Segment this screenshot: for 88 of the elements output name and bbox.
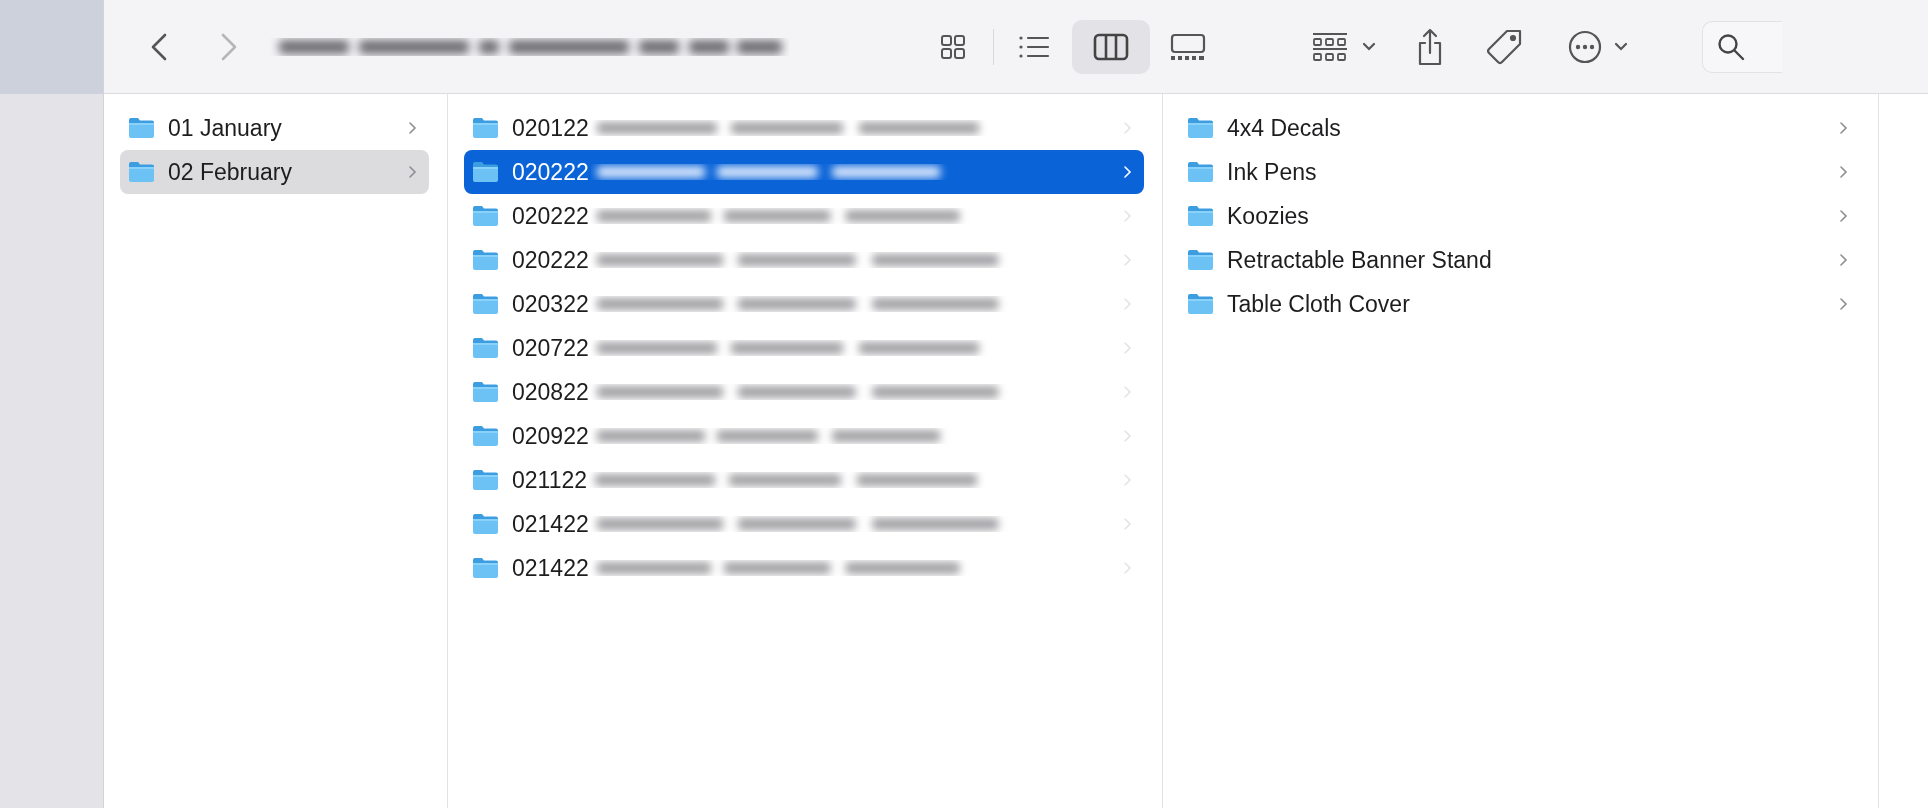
- folder-name: 020922: [512, 422, 589, 450]
- chevron-right-icon: [1123, 209, 1132, 223]
- folder-row[interactable]: 4x4 Decals: [1179, 106, 1860, 150]
- chevron-right-icon: [1123, 517, 1132, 531]
- back-icon[interactable]: [149, 31, 169, 62]
- columns-icon: [1093, 32, 1129, 61]
- chevron-right-icon: [408, 165, 417, 179]
- folder-icon: [472, 337, 499, 359]
- share-icon[interactable]: [1416, 27, 1444, 66]
- folder-row[interactable]: 020922: [464, 414, 1144, 458]
- gallery-icon: [1170, 32, 1206, 61]
- more-icon: [1568, 29, 1602, 64]
- folder-name: Ink Pens: [1227, 158, 1317, 186]
- folder-name: 4x4 Decals: [1227, 114, 1341, 142]
- folder-row[interactable]: 020122: [464, 106, 1144, 150]
- folder-row[interactable]: 01 January: [120, 106, 429, 150]
- tag-icon[interactable]: [1486, 27, 1524, 66]
- folder-icon: [1187, 293, 1214, 315]
- chevron-right-icon: [408, 121, 417, 135]
- folder-name: Koozies: [1227, 202, 1309, 230]
- folder-icon: [1187, 117, 1214, 139]
- search-field[interactable]: [1702, 20, 1782, 73]
- chevron-right-icon: [1123, 253, 1132, 267]
- folder-icon: [128, 161, 155, 183]
- group-icon: [1312, 31, 1348, 62]
- chevron-down-icon: [1614, 42, 1628, 51]
- folder-icon: [472, 513, 499, 535]
- folder-row[interactable]: Retractable Banner Stand: [1179, 238, 1860, 282]
- folder-icon: [472, 205, 499, 227]
- folder-name: 020222: [512, 202, 589, 230]
- folder-name: Retractable Banner Stand: [1227, 246, 1492, 274]
- folder-row[interactable]: 021422: [464, 502, 1144, 546]
- group-button[interactable]: [1312, 31, 1376, 62]
- folder-name: 020322: [512, 290, 589, 318]
- folder-row[interactable]: Koozies: [1179, 194, 1860, 238]
- folder-icon: [472, 249, 499, 271]
- folder-icon: [472, 469, 499, 491]
- chevron-right-icon: [1123, 121, 1132, 135]
- folder-row[interactable]: 020822: [464, 370, 1144, 414]
- folder-row[interactable]: 020222: [464, 150, 1144, 194]
- search-icon: [1717, 32, 1745, 61]
- chevron-right-icon: [1123, 429, 1132, 443]
- view-button[interactable]: [1072, 19, 1150, 74]
- folder-row[interactable]: Table Cloth Cover: [1179, 282, 1860, 326]
- chevron-right-icon: [1839, 209, 1848, 223]
- folder-name: 021422: [512, 554, 589, 582]
- more-button[interactable]: [1568, 29, 1628, 64]
- folder-icon: [128, 117, 155, 139]
- folder-name: 020822: [512, 378, 589, 406]
- chevron-right-icon: [1123, 561, 1132, 575]
- folder-row[interactable]: 021122: [464, 458, 1144, 502]
- folder-name: 020222: [512, 158, 589, 186]
- chevron-right-icon: [1839, 121, 1848, 135]
- folder-icon: [1187, 161, 1214, 183]
- folder-icon: [472, 557, 499, 579]
- chevron-down-icon: [1362, 42, 1376, 51]
- folder-name: Table Cloth Cover: [1227, 290, 1410, 318]
- folder-row[interactable]: 020222: [464, 238, 1144, 282]
- folder-icon: [1187, 249, 1214, 271]
- chevron-right-icon: [1123, 341, 1132, 355]
- folder-name: 021422: [512, 510, 589, 538]
- folder-name: 020122: [512, 114, 589, 142]
- folder-icon: [472, 117, 499, 139]
- folder-name: 020722: [512, 334, 589, 362]
- folder-row[interactable]: 020222: [464, 194, 1144, 238]
- folder-row[interactable]: 02 February: [120, 150, 429, 194]
- folder-icon: [472, 161, 499, 183]
- list-icon: [1018, 34, 1050, 59]
- chevron-right-icon: [1839, 253, 1848, 267]
- chevron-right-icon: [1123, 385, 1132, 399]
- chevron-right-icon: [1839, 165, 1848, 179]
- folder-name: 01 January: [168, 114, 282, 142]
- folder-name: 020222: [512, 246, 589, 274]
- folder-row[interactable]: 020322: [464, 282, 1144, 326]
- folder-icon: [472, 293, 499, 315]
- chevron-right-icon: [1123, 473, 1132, 487]
- folder-row[interactable]: 020722: [464, 326, 1144, 370]
- chevron-right-icon: [1839, 297, 1848, 311]
- folder-name: 02 February: [168, 158, 292, 186]
- chevron-right-icon: [1123, 165, 1132, 179]
- folder-icon: [472, 425, 499, 447]
- folder-row[interactable]: Ink Pens: [1179, 150, 1860, 194]
- folder-icon: [472, 381, 499, 403]
- folder-name: 021122: [512, 466, 588, 494]
- folder-icon: [1187, 205, 1214, 227]
- folder-row[interactable]: 021422: [464, 546, 1144, 590]
- grid-icon: [940, 33, 966, 60]
- chevron-right-icon: [1123, 297, 1132, 311]
